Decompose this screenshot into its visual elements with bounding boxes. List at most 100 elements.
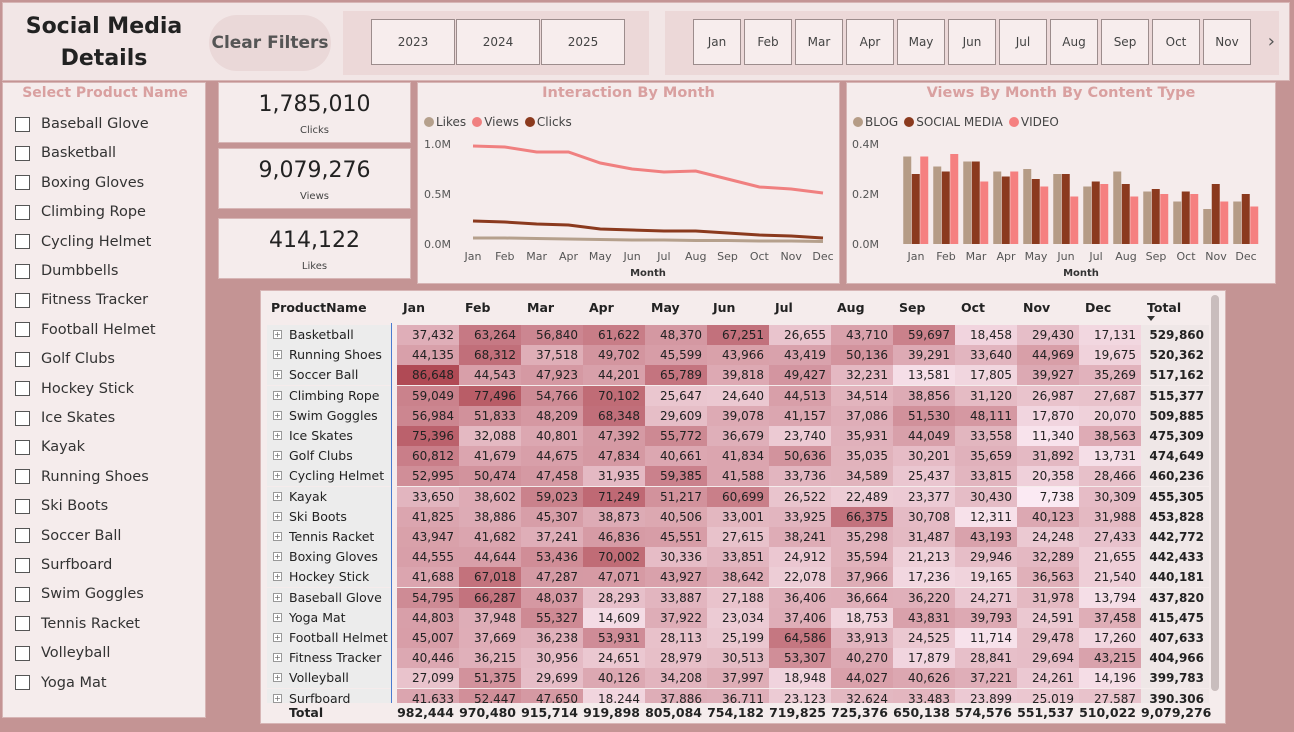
table-row[interactable]: + Ski Boots 41,825 38,886 45,307 38,873 40,506… [267, 506, 1209, 527]
slicer-item[interactable]: Swim Goggles [15, 583, 144, 605]
product-name-cell[interactable]: + Fitness Tracker [267, 648, 391, 669]
product-name-cell[interactable]: + Basketball [267, 325, 391, 345]
expand-icon[interactable]: + [273, 592, 282, 602]
product-name-cell[interactable]: + Ice Skates [267, 426, 391, 446]
expand-icon[interactable]: + [273, 330, 282, 339]
table-row[interactable]: + Baseball Glove 54,795 66,287 48,037 28,293 3… [267, 587, 1209, 608]
expand-icon[interactable]: + [273, 633, 282, 642]
expand-icon[interactable]: + [273, 431, 282, 440]
checkbox[interactable] [15, 469, 30, 485]
month-button-oct[interactable]: Oct [1152, 19, 1200, 65]
slicer-item[interactable]: Volleyball [15, 642, 110, 664]
slicer-item[interactable]: Hockey Stick [15, 378, 134, 400]
year-button-2023[interactable]: 2023 [371, 19, 455, 65]
slicer-item[interactable]: Yoga Mat [15, 672, 107, 694]
product-name-cell[interactable]: + Boxing Gloves [267, 547, 391, 568]
product-name-cell[interactable]: + Volleyball [267, 668, 391, 689]
column-header[interactable]: Nov [1017, 297, 1079, 323]
clear-filters-button[interactable]: Clear Filters [209, 15, 331, 71]
expand-icon[interactable]: + [273, 410, 282, 420]
slicer-item[interactable]: Basketball [15, 142, 116, 164]
column-header[interactable]: ProductName [267, 297, 391, 323]
month-button-jan[interactable]: Jan [693, 19, 741, 65]
expand-icon[interactable]: + [273, 653, 282, 663]
table-row[interactable]: + Volleyball 27,099 51,375 29,699 40,126 34,20… [267, 668, 1209, 689]
checkbox[interactable] [15, 439, 30, 455]
slicer-item[interactable]: Ski Boots [15, 495, 108, 517]
checkbox[interactable] [15, 292, 30, 308]
product-name-cell[interactable]: + Running Shoes [267, 345, 391, 366]
table-row[interactable]: + Running Shoes 44,135 68,312 37,518 49,702 45… [267, 345, 1209, 366]
column-header[interactable]: Apr [583, 297, 645, 323]
checkbox[interactable] [15, 557, 30, 573]
slicer-item[interactable]: Baseball Glove [15, 113, 149, 135]
month-button-apr[interactable]: Apr [846, 19, 894, 65]
table-row[interactable]: + Climbing Rope 59,049 77,496 54,766 70,102 25… [267, 385, 1209, 406]
product-name-cell[interactable]: + Golf Clubs [267, 446, 391, 467]
expand-icon[interactable]: + [273, 511, 282, 521]
product-name-cell[interactable]: + Ski Boots [267, 506, 391, 527]
product-name-cell[interactable]: + Hockey Stick [267, 567, 391, 588]
column-header[interactable]: May [645, 297, 707, 323]
checkbox[interactable] [15, 645, 30, 661]
checkbox[interactable] [15, 381, 30, 397]
product-name-cell[interactable]: + Cycling Helmet [267, 466, 391, 487]
column-header[interactable]: Dec [1079, 297, 1141, 323]
checkbox[interactable] [15, 351, 30, 367]
expand-icon[interactable]: + [273, 491, 282, 501]
month-button-jun[interactable]: Jun [948, 19, 996, 65]
expand-icon[interactable]: + [273, 673, 282, 683]
checkbox[interactable] [15, 175, 30, 191]
table-row[interactable]: + Tennis Racket 43,947 41,682 37,241 46,836 45… [267, 527, 1209, 547]
table-row[interactable]: + Boxing Gloves 44,555 44,644 53,436 70,002 30… [267, 547, 1209, 568]
expand-icon[interactable]: + [273, 350, 282, 360]
checkbox[interactable] [15, 498, 30, 514]
slicer-item[interactable]: Surfboard [15, 554, 112, 576]
table-row[interactable]: + Kayak 33,650 38,602 59,023 71,249 51,217 60,6… [267, 486, 1209, 507]
checkbox[interactable] [15, 204, 30, 220]
checkbox[interactable] [15, 116, 30, 132]
slicer-item[interactable]: Ice Skates [15, 407, 115, 429]
product-name-cell[interactable]: + Baseball Glove [267, 587, 391, 608]
slicer-item[interactable]: Tennis Racket [15, 613, 140, 635]
checkbox[interactable] [15, 145, 30, 161]
month-button-aug[interactable]: Aug [1050, 19, 1098, 65]
product-name-cell[interactable]: + Yoga Mat [267, 607, 391, 628]
month-button-sep[interactable]: Sep [1101, 19, 1149, 65]
table-row[interactable]: + Fitness Tracker 40,446 36,215 30,956 24,651… [267, 648, 1209, 669]
month-button-nov[interactable]: Nov [1203, 19, 1251, 65]
table-row[interactable]: + Swim Goggles 56,984 51,833 48,209 68,348 29,… [267, 405, 1209, 426]
table-scrollbar[interactable] [1211, 295, 1219, 691]
column-header[interactable]: Sep [893, 297, 955, 323]
table-row[interactable]: + Football Helmet 45,007 37,669 36,238 53,931… [267, 628, 1209, 648]
product-name-cell[interactable]: + Football Helmet [267, 628, 391, 648]
slicer-item[interactable]: Cycling Helmet [15, 231, 151, 253]
slicer-item[interactable]: Kayak [15, 436, 85, 458]
table-row[interactable]: + Soccer Ball 86,648 44,543 47,923 44,201 65,7… [267, 365, 1209, 386]
column-header[interactable]: Jun [707, 297, 769, 323]
chevron-right-icon[interactable]: › [1268, 31, 1275, 52]
slicer-item[interactable]: Boxing Gloves [15, 172, 144, 194]
expand-icon[interactable]: + [273, 390, 282, 400]
expand-icon[interactable]: + [273, 552, 282, 562]
product-name-cell[interactable]: + Soccer Ball [267, 365, 391, 386]
expand-icon[interactable]: + [273, 370, 282, 380]
table-row[interactable]: + Ice Skates 75,396 32,088 40,801 47,392 55,77… [267, 426, 1209, 446]
expand-icon[interactable]: + [273, 451, 282, 461]
slicer-item[interactable]: Soccer Ball [15, 525, 121, 547]
expand-icon[interactable]: + [273, 532, 282, 541]
views-by-content-type-chart[interactable]: Views By Month By Content Type BLOG SOCI… [846, 82, 1276, 284]
column-header[interactable]: Jul [769, 297, 831, 323]
product-name-cell[interactable]: + Climbing Rope [267, 385, 391, 406]
expand-icon[interactable]: + [273, 612, 282, 622]
slicer-item[interactable]: Running Shoes [15, 466, 149, 488]
column-header[interactable]: Feb [459, 297, 521, 323]
month-button-mar[interactable]: Mar [795, 19, 843, 65]
year-button-2024[interactable]: 2024 [456, 19, 540, 65]
table-row[interactable]: + Basketball 37,432 63,264 56,840 61,622 48,37… [267, 325, 1209, 345]
year-button-2025[interactable]: 2025 [541, 19, 625, 65]
column-header[interactable]: Jan [397, 297, 459, 323]
checkbox[interactable] [15, 528, 30, 544]
checkbox[interactable] [15, 263, 30, 279]
expand-icon[interactable]: + [273, 471, 282, 481]
